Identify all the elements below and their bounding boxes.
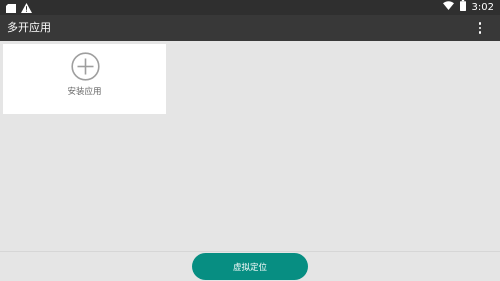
- add-circle-icon: [71, 52, 100, 81]
- more-vert-icon-dot: [478, 26, 482, 30]
- status-right: 3:02: [442, 0, 494, 15]
- install-app-label: 安装应用: [67, 87, 102, 97]
- more-vert-icon-dot: [478, 31, 482, 34]
- install-app-card[interactable]: 安装应用: [3, 44, 166, 114]
- battery-icon: [459, 0, 466, 15]
- wifi-icon: [442, 1, 454, 14]
- more-options-button[interactable]: [476, 19, 484, 37]
- more-vert-icon: [478, 22, 482, 25]
- bottom-divider: [0, 251, 500, 252]
- status-time: 3:02: [471, 2, 494, 13]
- status-left-icons: [6, 2, 32, 13]
- app-screen: 3:02 多开应用 安装应用 虚拟定位: [0, 0, 500, 281]
- app-bar: 多开应用: [0, 15, 500, 41]
- status-bar: 3:02: [0, 0, 500, 15]
- virtual-location-button[interactable]: 虚拟定位: [192, 253, 308, 280]
- page-title: 多开应用: [7, 21, 51, 34]
